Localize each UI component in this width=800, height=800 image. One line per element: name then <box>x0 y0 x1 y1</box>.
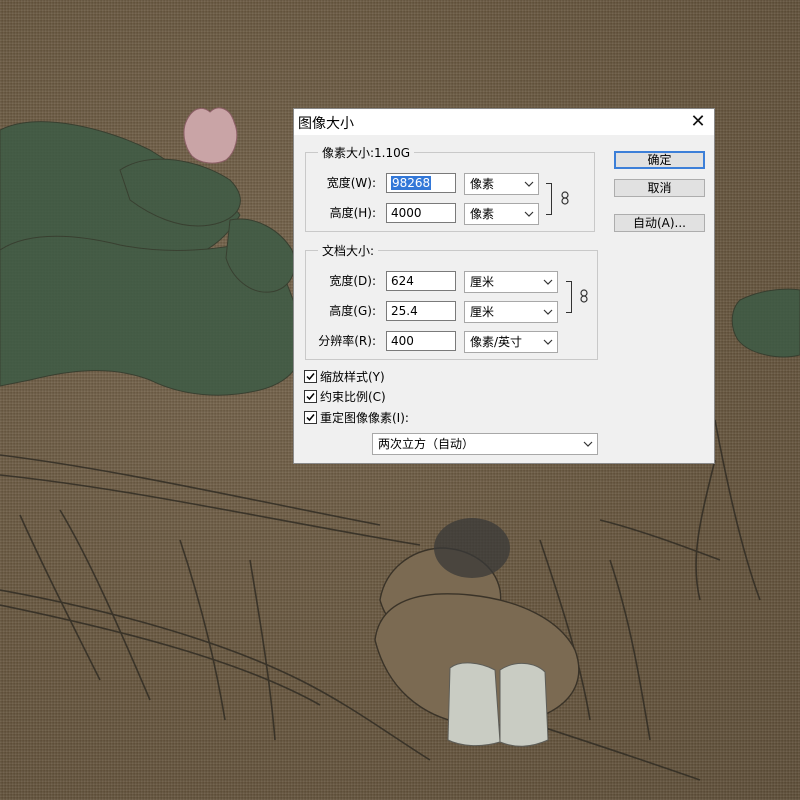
constrain-proportions-label: 约束比例(C) <box>320 390 386 404</box>
chevron-down-icon <box>524 211 534 217</box>
ok-button[interactable]: 确定 <box>614 151 705 169</box>
chevron-down-icon <box>583 441 593 447</box>
chain-link-icon <box>580 289 588 303</box>
document-size-legend: 文档大小: <box>318 242 379 259</box>
resample-image-label: 重定图像像素(I): <box>320 411 409 425</box>
pixel-width-input[interactable]: 98268 <box>386 173 456 193</box>
doc-height-label: 高度(G): <box>329 304 376 318</box>
dialog-titlebar[interactable]: 图像大小 ✕ <box>294 109 714 135</box>
chevron-down-icon <box>543 279 553 285</box>
doc-width-unit-select[interactable]: 厘米 <box>464 271 558 293</box>
doc-width-label: 宽度(D): <box>329 274 376 288</box>
pixel-height-input[interactable]: 4000 <box>386 203 456 223</box>
chevron-down-icon <box>524 181 534 187</box>
resolution-label: 分辨率(R): <box>318 334 376 348</box>
checkmark-icon <box>306 373 315 381</box>
doc-height-input[interactable]: 25.4 <box>386 301 456 321</box>
resolution-unit-select[interactable]: 像素/英寸 <box>464 331 558 353</box>
doc-height-unit-select[interactable]: 厘米 <box>464 301 558 323</box>
cancel-button[interactable]: 取消 <box>614 179 705 197</box>
image-size-dialog: 图像大小 ✕ 像素大小:1.10G 宽度(W): 98268 像素 高度(H):… <box>293 108 715 464</box>
scale-styles-checkbox[interactable] <box>304 370 317 383</box>
close-button[interactable]: ✕ <box>682 109 714 135</box>
pixel-height-unit-select[interactable]: 像素 <box>464 203 539 225</box>
close-icon: ✕ <box>690 111 706 132</box>
doc-width-input[interactable]: 624 <box>386 271 456 291</box>
document-constrain-bracket <box>566 281 572 313</box>
checkmark-icon <box>306 414 315 422</box>
pixel-width-label: 宽度(W): <box>326 176 376 190</box>
pixel-dimensions-legend: 像素大小:1.10G <box>318 144 415 161</box>
resample-method-select[interactable]: 两次立方（自动） <box>372 433 598 455</box>
resolution-input[interactable]: 400 <box>386 331 456 351</box>
constrain-proportions-checkbox[interactable] <box>304 390 317 403</box>
scale-styles-label: 缩放样式(Y) <box>320 370 385 384</box>
chevron-down-icon <box>543 339 553 345</box>
pixel-dimensions-group: 像素大小:1.10G 宽度(W): 98268 像素 高度(H): 4000 像… <box>305 144 595 232</box>
checkmark-icon <box>306 393 315 401</box>
pixel-height-label: 高度(H): <box>329 206 376 220</box>
dialog-title: 图像大小 <box>298 116 354 132</box>
resample-image-checkbox[interactable] <box>304 411 317 424</box>
chain-link-icon <box>561 191 569 205</box>
pixel-constrain-bracket <box>546 183 552 215</box>
pixel-width-unit-select[interactable]: 像素 <box>464 173 539 195</box>
auto-button[interactable]: 自动(A)... <box>614 214 705 232</box>
chevron-down-icon <box>543 309 553 315</box>
document-size-group: 文档大小: 宽度(D): 624 厘米 高度(G): 25.4 厘米 分辨率(R… <box>305 242 598 360</box>
